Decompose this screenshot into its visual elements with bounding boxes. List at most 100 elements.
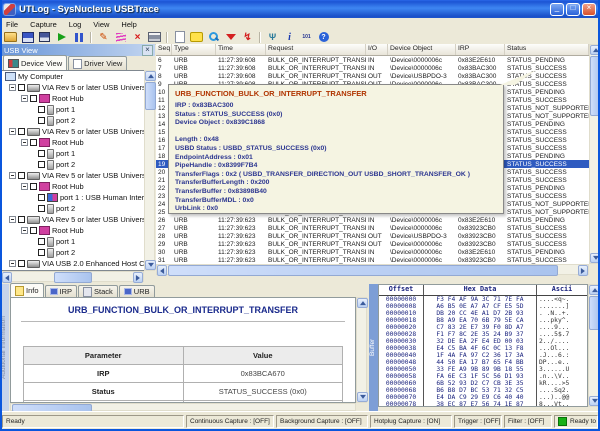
toolbar-button[interactable] [70,31,87,44]
tree-item[interactable]: port 1 [2,104,144,115]
title-bar[interactable]: UTLog - SysNucleus USBTrace _ □ × [0,0,600,18]
checkbox[interactable] [38,150,45,157]
tree-item[interactable]: port 1 : USB Human Interface D [2,192,144,203]
checkbox[interactable] [30,227,37,234]
scrollbar-thumb[interactable] [590,56,600,116]
checkbox[interactable] [18,128,25,135]
toolbar-button[interactable] [146,31,163,44]
toolbar-button[interactable]: Ψ [264,31,281,44]
scrollbar-thumb[interactable] [54,272,92,283]
column-header-io[interactable]: I/O [366,44,388,55]
scroll-down-icon[interactable] [145,260,156,270]
minimize-button[interactable]: _ [550,3,564,16]
column-header-status[interactable]: Status [505,44,589,55]
scroll-right-icon[interactable] [578,265,588,276]
checkbox[interactable] [30,183,37,190]
log-row[interactable]: 26 URB 11:27:39:623 BULK_OR_INTERRUPT_TR… [156,216,589,224]
log-row[interactable]: 29 URB 11:27:39:623 BULK_OR_INTERRUPT_TR… [156,240,589,248]
toolbar-button[interactable]: i [281,31,298,44]
scroll-down-icon[interactable] [357,392,368,402]
tree-item[interactable]: port 2 [2,247,144,258]
tab-driver-view[interactable]: Driver View [68,56,127,70]
scroll-right-icon[interactable] [133,272,143,283]
checkbox[interactable] [18,260,25,267]
scroll-up-icon[interactable] [145,71,156,81]
tree-item[interactable]: Root Hub [2,93,144,104]
scroll-down-icon[interactable] [590,253,600,263]
expander-icon[interactable] [9,84,16,91]
checkbox[interactable] [38,117,45,124]
log-row[interactable]: 28 URB 11:27:39:623 BULK_OR_INTERRUPT_TR… [156,232,589,240]
column-header-type[interactable]: Type [172,44,216,55]
expander-icon[interactable] [9,260,16,267]
scrollbar-thumb[interactable] [589,296,600,330]
tree-item[interactable]: Root Hub [2,225,144,236]
column-header-device-object[interactable]: Device Object [388,44,456,55]
menu-item[interactable]: Log [63,20,88,29]
tree-vertical-scrollbar[interactable] [144,70,155,271]
toolbar-button[interactable] [112,31,129,44]
toolbar-button[interactable] [19,31,36,44]
toolbar-button[interactable]: 101 [298,31,315,44]
info-horizontal-scrollbar[interactable] [10,403,356,411]
tree-item[interactable]: My Computer [2,71,144,82]
checkbox[interactable] [38,106,45,113]
menu-item[interactable]: View [87,20,115,29]
toolbar-button[interactable] [188,31,205,44]
checkbox[interactable] [18,172,25,179]
column-header-seq[interactable]: Seq [156,44,172,55]
toolbar-button[interactable] [171,31,188,44]
checkbox[interactable] [38,161,45,168]
tree-item[interactable]: Root Hub [2,137,144,148]
toolbar-button[interactable]: ? [315,31,332,44]
scroll-down-icon[interactable] [589,396,600,406]
toolbar-button[interactable] [53,31,70,44]
maximize-button[interactable]: □ [566,3,580,16]
checkbox[interactable] [38,194,45,201]
checkbox[interactable] [38,205,45,212]
checkbox[interactable] [38,238,45,245]
expander-icon[interactable] [21,183,28,190]
close-button[interactable]: × [582,3,596,16]
menu-item[interactable]: Help [115,20,142,29]
tab-info[interactable]: Info [10,283,44,297]
column-header-irp[interactable]: IRP [456,44,505,55]
checkbox[interactable] [30,139,37,146]
log-row[interactable]: 7 URB 11:27:39:608 BULK_OR_INTERRUPT_TRA… [156,64,589,72]
tree-item[interactable]: VIA USB 2.0 Enhanced Host Controller [2,258,144,269]
scroll-up-icon[interactable] [590,45,600,55]
tree-item[interactable]: port 2 [2,115,144,126]
expander-icon[interactable] [9,216,16,223]
expander-icon[interactable] [21,139,28,146]
menu-item[interactable]: File [0,20,24,29]
checkbox[interactable] [18,216,25,223]
scrollbar-thumb[interactable] [145,82,156,110]
tree-item[interactable]: VIA Rev 5 or later USB Universal Host C [2,126,144,137]
column-header-request[interactable]: Request [266,44,366,55]
tree-item[interactable]: VIA Rev 5 or later USB Universal Host C [2,214,144,225]
checkbox[interactable] [30,95,37,102]
tab-stack[interactable]: Stack [78,285,118,297]
log-row[interactable]: 6 URB 11:27:39:608 BULK_OR_INTERRUPT_TRA… [156,56,589,64]
menu-item[interactable]: Capture [24,20,63,29]
log-row[interactable]: 30 URB 11:27:39:623 BULK_OR_INTERRUPT_TR… [156,248,589,256]
scroll-left-icon[interactable] [2,272,12,283]
tree-item[interactable]: Root Hub [2,181,144,192]
scrollbar-thumb[interactable] [168,265,558,276]
toolbar-button[interactable] [222,31,239,44]
expander-icon[interactable] [9,128,16,135]
tab-device-view[interactable]: Device View [3,55,67,70]
info-vertical-scrollbar[interactable] [356,297,367,403]
tree-item[interactable]: port 2 [2,203,144,214]
usb-view-close-icon[interactable]: × [142,45,153,56]
expander-icon[interactable] [9,172,16,179]
checkbox[interactable] [18,84,25,91]
tree-item[interactable]: port 1 [2,148,144,159]
toolbar-button[interactable]: ✎ [95,31,112,44]
tab-urb[interactable]: URB [119,285,155,297]
log-vertical-scrollbar[interactable] [589,44,600,264]
log-row[interactable]: 31 URB 11:27:39:623 BULK_OR_INTERRUPT_TR… [156,256,589,264]
scroll-up-icon[interactable] [357,298,368,308]
expander-icon[interactable] [21,227,28,234]
scroll-up-icon[interactable] [589,285,600,295]
